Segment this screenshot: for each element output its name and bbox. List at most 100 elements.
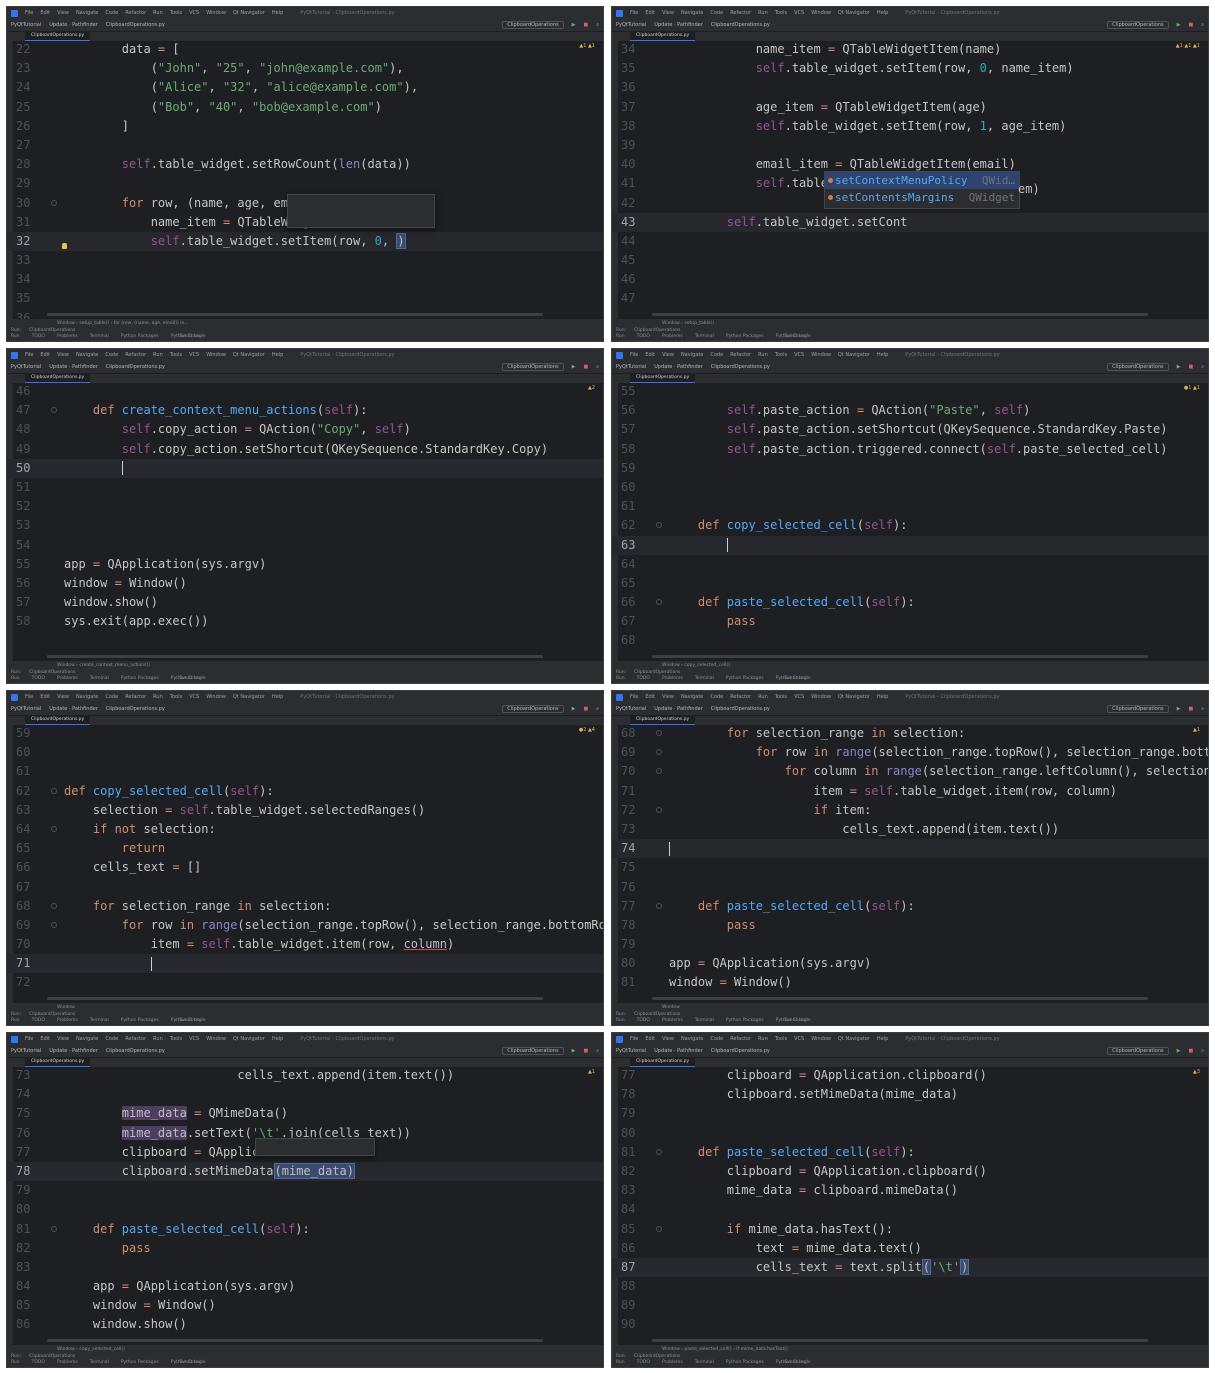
menu-item-qt-navigator[interactable]: Qt Navigator <box>233 10 265 16</box>
project-name[interactable]: PyQtTutorial <box>616 706 646 712</box>
run-icon[interactable]: ▶ <box>1177 1048 1181 1054</box>
fold-icon[interactable] <box>656 749 662 756</box>
tool-problems[interactable]: Problems <box>662 1018 683 1024</box>
code-line[interactable]: 38 self.table_widget.setItem(row, 1, age… <box>612 117 1208 136</box>
tool-todo[interactable]: TODO <box>32 1018 45 1024</box>
tool-terminal[interactable]: Terminal <box>695 334 714 340</box>
menu-item-refactor[interactable]: Refactor <box>730 1036 751 1042</box>
project-name[interactable]: PyQtTutorial <box>11 22 41 28</box>
tool-python-packages[interactable]: Python Packages <box>726 1360 764 1366</box>
code-line[interactable]: 68 <box>612 631 1208 650</box>
file-breadcrumb[interactable]: ClipboardOperations.py <box>106 706 165 712</box>
menu-item-edit[interactable]: Edit <box>645 10 655 16</box>
fold-icon[interactable] <box>51 921 57 928</box>
code-text[interactable]: for row in range(selection_range.topRow(… <box>669 743 1208 762</box>
menu-item-navigate[interactable]: Navigate <box>681 1036 703 1042</box>
code-line[interactable]: 83 <box>7 1258 603 1277</box>
file-breadcrumb[interactable]: ClipboardOperations.py <box>106 22 165 28</box>
code-text[interactable]: for row in range(selection_range.topRow(… <box>64 916 603 935</box>
menu-item-run[interactable]: Run <box>153 694 163 700</box>
code-line[interactable]: 47 def create_context_menu_actions(self)… <box>7 401 603 420</box>
vcs-branch[interactable]: Update · Pathfinder <box>49 364 97 370</box>
code-line[interactable]: 78 clipboard.setMimeData(mime_data) <box>612 1085 1208 1104</box>
run-configuration-select[interactable]: ClipboardOperations <box>502 1047 564 1055</box>
code-line[interactable]: 86 window.show() <box>7 1315 603 1334</box>
horizontal-scrollbar[interactable] <box>652 655 1148 658</box>
fold-icon[interactable] <box>51 902 57 909</box>
code-breadcrumb[interactable]: Window › copy_selected_cell() <box>662 662 730 669</box>
inspection-widget[interactable]: ▲1 <box>588 1069 595 1075</box>
menu-item-navigate[interactable]: Navigate <box>681 352 703 358</box>
tool-todo[interactable]: TODO <box>637 334 650 340</box>
code-line[interactable]: 61 <box>7 762 603 781</box>
tool-problems[interactable]: Problems <box>57 334 78 340</box>
vcs-branch[interactable]: Update · Pathfinder <box>654 22 702 28</box>
code-editor[interactable]: 73 cells_text.append(item.text()) 74 75 mi… <box>7 1066 603 1345</box>
project-name[interactable]: PyQtTutorial <box>616 22 646 28</box>
code-line[interactable]: 37 age_item = QTableWidgetItem(age) <box>612 98 1208 117</box>
code-text[interactable]: def copy_selected_cell(self): <box>64 782 274 801</box>
tool-run[interactable]: Run <box>11 334 20 340</box>
code-text[interactable] <box>64 954 152 973</box>
code-breadcrumb[interactable]: Window › setup_table() <box>662 320 714 327</box>
code-text[interactable]: selection = self.table_widget.selectedRa… <box>64 801 425 820</box>
menu-item-vcs[interactable]: VCS <box>189 1036 199 1042</box>
code-line[interactable]: 62 def copy_selected_cell(self): <box>7 782 603 801</box>
code-line[interactable]: 69 for row in range(selection_range.topR… <box>612 743 1208 762</box>
menu-item-code[interactable]: Code <box>105 1036 118 1042</box>
fold-icon[interactable] <box>656 522 662 529</box>
menu-item-tools[interactable]: Tools <box>775 1036 787 1042</box>
code-text[interactable]: self.table_widget.setCont <box>669 213 908 232</box>
code-line[interactable]: 64 <box>612 555 1208 574</box>
menu-item-window[interactable]: Window <box>811 1036 831 1042</box>
tool-python-packages[interactable]: Python Packages <box>726 334 764 340</box>
tool-run[interactable]: Run <box>616 676 625 682</box>
menu-item-window[interactable]: Window <box>206 352 226 358</box>
tool-python-packages[interactable]: Python Packages <box>121 1360 159 1366</box>
code-text[interactable]: cells_text.append(item.text()) <box>64 1066 454 1085</box>
code-line[interactable]: 85 window = Window() <box>7 1296 603 1315</box>
run-configuration-select[interactable]: ClipboardOperations <box>502 21 564 29</box>
menu-item-help[interactable]: Help <box>272 10 283 16</box>
menu-item-window[interactable]: Window <box>206 10 226 16</box>
menu-item-tools[interactable]: Tools <box>170 10 182 16</box>
search-icon[interactable]: ⌕ <box>596 1048 599 1054</box>
code-line[interactable]: 59 <box>612 459 1208 478</box>
fold-icon[interactable] <box>656 1148 662 1155</box>
menu-item-help[interactable]: Help <box>272 1036 283 1042</box>
menu-item-qt-navigator[interactable]: Qt Navigator <box>838 1036 870 1042</box>
tool-todo[interactable]: TODO <box>32 334 45 340</box>
event-log[interactable]: Event Log <box>179 676 201 682</box>
code-text[interactable]: window = Window() <box>669 973 792 992</box>
code-line[interactable]: 53 <box>7 516 603 535</box>
code-line[interactable]: 81 def paste_selected_cell(self): <box>7 1220 603 1239</box>
code-text[interactable]: item = self.table_widget.item(row, colum… <box>64 935 454 954</box>
tool-todo[interactable]: TODO <box>637 676 650 682</box>
code-line[interactable]: 84 <box>612 1200 1208 1219</box>
tool-python-packages[interactable]: Python Packages <box>121 1018 159 1024</box>
code-line[interactable]: 43 self.table_widget.setCont <box>612 212 1208 232</box>
menu-item-vcs[interactable]: VCS <box>794 1036 804 1042</box>
code-line[interactable]: 52 <box>7 497 603 516</box>
tool-terminal[interactable]: Terminal <box>90 1018 109 1024</box>
code-line[interactable]: 23 ("John", "25", "john@example.com"), <box>7 59 603 78</box>
menu-item-window[interactable]: Window <box>206 1036 226 1042</box>
vcs-branch[interactable]: Update · Pathfinder <box>654 364 702 370</box>
menu-item-view[interactable]: View <box>662 10 674 16</box>
tool-terminal[interactable]: Terminal <box>695 1018 714 1024</box>
code-text[interactable]: app = QApplication(sys.argv) <box>669 954 871 973</box>
code-text[interactable]: app = QApplication(sys.argv) <box>64 555 266 574</box>
code-line[interactable]: 60 <box>7 743 603 762</box>
run-icon[interactable]: ▶ <box>1177 22 1181 28</box>
code-text[interactable]: ] <box>64 117 129 136</box>
code-text[interactable] <box>669 839 670 858</box>
code-line[interactable]: 76 <box>612 878 1208 897</box>
code-line[interactable]: 79 <box>612 1104 1208 1123</box>
code-line[interactable]: 77 clipboard = QApplication.clipboard() <box>612 1066 1208 1085</box>
code-line[interactable]: 78 clipboard.setMimeData(mime_data) <box>7 1161 603 1182</box>
tool-terminal[interactable]: Terminal <box>90 1360 109 1366</box>
menu-item-run[interactable]: Run <box>153 1036 163 1042</box>
code-text[interactable]: pass <box>669 612 756 631</box>
code-text[interactable]: mime_data = QMimeData() <box>64 1104 288 1123</box>
menu-item-vcs[interactable]: VCS <box>189 10 199 16</box>
